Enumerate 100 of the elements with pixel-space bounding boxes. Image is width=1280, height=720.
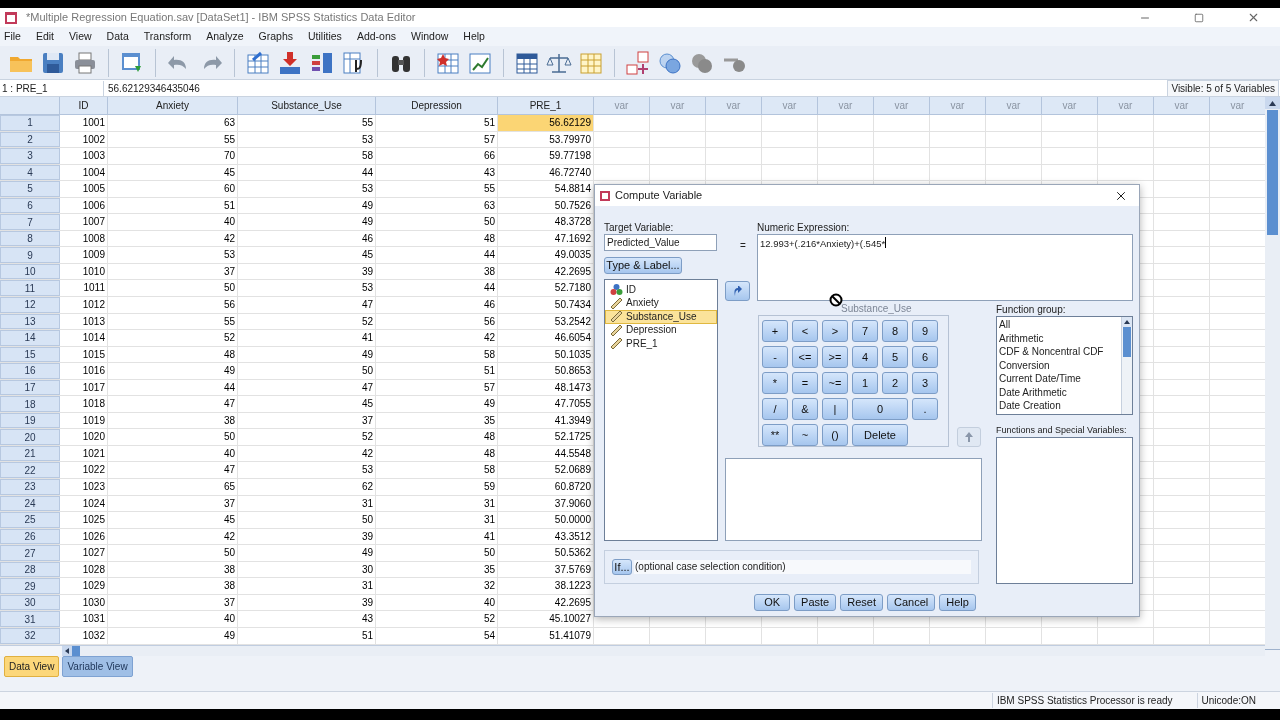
variable-item[interactable]: ID	[605, 283, 717, 297]
vertical-scrollbar[interactable]	[1265, 97, 1280, 649]
function-group-item[interactable]: Current Date/Time	[999, 372, 1081, 386]
column-header[interactable]: PRE_1	[498, 97, 594, 114]
row-header[interactable]: 16	[0, 363, 60, 379]
row-header[interactable]: 25	[0, 512, 60, 528]
printer-icon[interactable]	[72, 49, 98, 76]
column-header[interactable]: Anxiety	[108, 97, 238, 114]
menu-item[interactable]: Help	[459, 28, 489, 45]
keypad-key[interactable]: **	[762, 424, 788, 446]
scroll-left-icon[interactable]	[65, 647, 69, 654]
column-header[interactable]: Substance_Use	[238, 97, 376, 114]
keypad-key[interactable]: 6	[912, 346, 938, 368]
keypad-key[interactable]: 9	[912, 320, 938, 342]
scroll-up-icon[interactable]	[1124, 320, 1130, 324]
dialog-button[interactable]: OK	[754, 594, 791, 611]
menu-item[interactable]: Utilities	[304, 28, 346, 45]
keypad-key[interactable]: &	[792, 398, 818, 420]
row-header[interactable]: 18	[0, 396, 60, 412]
dialog-button[interactable]: Paste	[794, 594, 837, 611]
variable-item[interactable]: PRE_1	[605, 337, 717, 351]
keypad-key[interactable]: /	[762, 398, 788, 420]
row-header[interactable]: 1	[0, 115, 60, 131]
value-labels-icon[interactable]	[625, 49, 651, 76]
function-group-item[interactable]: Conversion	[999, 358, 1050, 372]
table-cell: 42	[108, 230, 238, 247]
type-label-button[interactable]: Type & Label...	[604, 257, 682, 274]
keypad-key[interactable]: <=	[792, 346, 818, 368]
menu-item[interactable]: File	[0, 28, 25, 45]
cell-value-field[interactable]: 56.62129346435046	[104, 80, 1168, 96]
keypad-key[interactable]: 5	[882, 346, 908, 368]
row-header[interactable]: 11	[0, 280, 60, 296]
function-group-item[interactable]: All	[999, 318, 1011, 332]
variable-item[interactable]: Anxiety	[605, 296, 717, 310]
keypad-key[interactable]: ~=	[822, 372, 848, 394]
grid-arrow-icon[interactable]	[245, 49, 271, 76]
scrollbar[interactable]	[1121, 317, 1132, 414]
keypad-key[interactable]: 3	[912, 372, 938, 394]
keypad-key[interactable]: 7	[852, 320, 878, 342]
function-group-item[interactable]: Arithmetic	[999, 331, 1044, 345]
row-header[interactable]: 3	[0, 148, 60, 164]
function-group-item[interactable]: Date Arithmetic	[999, 385, 1067, 399]
keypad-key[interactable]: ~	[792, 424, 818, 446]
keypad-key[interactable]: =	[792, 372, 818, 394]
keypad-key[interactable]: ()	[822, 424, 848, 446]
menu-item[interactable]: Analyze	[202, 28, 248, 45]
row-header[interactable]: 9	[0, 247, 60, 263]
row-header[interactable]: 23	[0, 479, 60, 495]
keypad-key[interactable]: .	[912, 398, 938, 420]
menu-item[interactable]: Data	[102, 28, 133, 45]
keypad-key[interactable]: |	[822, 398, 848, 420]
dialog-button[interactable]: Help	[939, 594, 976, 611]
if-button[interactable]: If...	[612, 559, 632, 575]
scroll-thumb[interactable]	[1123, 327, 1131, 357]
move-arrow-button[interactable]	[725, 281, 750, 301]
keypad-key[interactable]: 2	[882, 372, 908, 394]
view-tab[interactable]: Data View	[4, 656, 60, 677]
row-header[interactable]: 29	[0, 578, 60, 594]
menu-item[interactable]: Transform	[139, 28, 196, 45]
up-arrow-button[interactable]	[957, 427, 981, 447]
keypad-key[interactable]: *	[762, 372, 788, 394]
row-header[interactable]: 12	[0, 297, 60, 313]
row-header[interactable]: 31	[0, 611, 60, 627]
row-header[interactable]: 22	[0, 462, 60, 479]
scroll-thumb[interactable]	[72, 645, 80, 656]
row-header[interactable]: 20	[0, 429, 60, 445]
keypad-key[interactable]: -	[762, 346, 788, 368]
menu-item[interactable]: Window	[407, 28, 453, 45]
menu-item[interactable]: View	[65, 28, 96, 45]
keypad-key[interactable]: +	[762, 320, 788, 342]
variable-item[interactable]: Depression	[605, 323, 717, 337]
row-header[interactable]: 14	[0, 330, 60, 346]
row-header[interactable]: 27	[0, 545, 60, 561]
column-header[interactable]: Depression	[376, 97, 498, 114]
keypad-key[interactable]: Delete	[852, 424, 908, 446]
view-tab[interactable]: Variable View	[62, 656, 133, 677]
function-group-item[interactable]: CDF & Noncentral CDF	[999, 345, 1104, 359]
keypad-key[interactable]: >=	[822, 346, 848, 368]
menu-item[interactable]: Edit	[31, 28, 58, 45]
keypad-key[interactable]: 0	[852, 398, 908, 420]
scroll-thumb[interactable]	[1267, 110, 1278, 235]
keypad-key[interactable]: >	[822, 320, 848, 342]
dialog-button[interactable]: Cancel	[887, 594, 936, 611]
keypad-key[interactable]: 1	[852, 372, 878, 394]
menu-item[interactable]: Graphs	[254, 28, 298, 45]
dialog-button[interactable]: Reset	[840, 594, 883, 611]
horizontal-scrollbar[interactable]	[62, 645, 1265, 656]
menu-item[interactable]: Add-ons	[352, 28, 400, 45]
numeric-expression-field[interactable]: 12.993+(.216*Anxiety)+(.545*	[757, 234, 1133, 301]
keypad-key[interactable]: 8	[882, 320, 908, 342]
target-variable-field[interactable]: Predicted_Value	[604, 234, 717, 251]
column-header[interactable]: ID	[60, 97, 108, 114]
keypad-key[interactable]: 4	[852, 346, 878, 368]
function-group-item[interactable]: Date Creation	[999, 399, 1061, 413]
row-header[interactable]: 5	[0, 181, 60, 197]
keypad-key[interactable]: <	[792, 320, 818, 342]
scroll-up-icon[interactable]	[1269, 100, 1276, 106]
row-header[interactable]: 7	[0, 214, 60, 230]
download-arrow-icon[interactable]	[277, 49, 303, 76]
variable-item[interactable]: Substance_Use	[605, 310, 717, 324]
